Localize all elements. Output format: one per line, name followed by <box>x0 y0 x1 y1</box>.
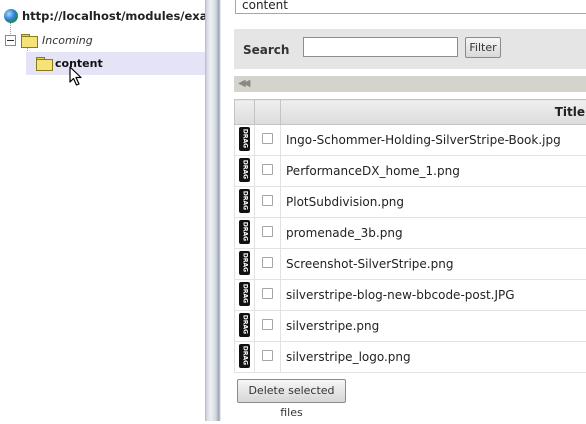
folder-icon <box>21 34 38 47</box>
drag-cell[interactable]: DRAG <box>235 280 255 311</box>
row-checkbox[interactable] <box>262 350 273 361</box>
row-checkbox[interactable] <box>262 288 273 299</box>
select-column-header <box>255 100 281 125</box>
drag-handle-icon[interactable]: DRAG <box>239 344 250 368</box>
drag-column-header <box>235 100 255 125</box>
drag-cell[interactable]: DRAG <box>235 342 255 373</box>
select-cell[interactable] <box>255 187 281 218</box>
drag-handle-icon[interactable]: DRAG <box>239 189 250 213</box>
table-row[interactable]: DRAG PlotSubdivision.png <box>235 187 586 218</box>
drag-cell[interactable]: DRAG <box>235 187 255 218</box>
tree-node-incoming[interactable]: Incoming <box>5 34 93 47</box>
drag-cell[interactable]: DRAG <box>235 156 255 187</box>
table-row[interactable]: DRAG Ingo-Schommer-Holding-SilverStripe-B… <box>235 125 586 156</box>
file-name[interactable]: promenade_3b.png <box>281 218 586 249</box>
drag-label: DRAG <box>240 343 251 367</box>
drag-label: DRAG <box>240 312 251 336</box>
table-header-row: Title <box>235 100 586 125</box>
table-row[interactable]: DRAG PerformanceDX_home_1.png <box>235 156 586 187</box>
panel-resize-handle[interactable] <box>205 0 222 421</box>
file-name[interactable]: PlotSubdivision.png <box>281 187 586 218</box>
folder-icon <box>36 57 53 70</box>
search-input[interactable] <box>303 37 458 57</box>
select-cell[interactable] <box>255 342 281 373</box>
drag-cell[interactable]: DRAG <box>235 249 255 280</box>
select-cell[interactable] <box>255 280 281 311</box>
file-name[interactable]: Screenshot-SilverStripe.png <box>281 249 586 280</box>
table-row[interactable]: DRAG promenade_3b.png <box>235 218 586 249</box>
row-checkbox[interactable] <box>262 257 273 268</box>
first-page-icon[interactable]: ◀◀ <box>238 78 247 90</box>
select-cell[interactable] <box>255 125 281 156</box>
search-bar: Search Filter <box>234 29 586 69</box>
file-name[interactable]: silverstripe-blog-new-bbcode-post.JPG <box>281 280 586 311</box>
row-checkbox[interactable] <box>262 133 273 144</box>
drag-label: DRAG <box>240 157 251 181</box>
file-name[interactable]: silverstripe.png <box>281 311 586 342</box>
row-checkbox[interactable] <box>262 195 273 206</box>
file-table: Title DRAG Ingo-Schommer-Holding-SilverSt… <box>234 99 586 373</box>
table-row[interactable]: DRAG Screenshot-SilverStripe.png <box>235 249 586 280</box>
drag-handle-icon[interactable]: DRAG <box>239 158 250 182</box>
file-name[interactable]: Ingo-Schommer-Holding-SilverStripe-Book.… <box>281 125 586 156</box>
filter-button[interactable]: Filter <box>465 37 501 58</box>
search-label: Search <box>243 43 289 57</box>
mouse-pointer-icon <box>69 66 83 86</box>
tree-node-incoming-label[interactable]: Incoming <box>42 34 93 47</box>
drag-label: DRAG <box>240 219 251 243</box>
globe-icon <box>4 9 18 23</box>
current-folder-tab[interactable]: content <box>235 0 586 14</box>
row-checkbox[interactable] <box>262 319 273 330</box>
drag-cell[interactable]: DRAG <box>235 311 255 342</box>
table-row[interactable]: DRAG silverstripe_logo.png <box>235 342 586 373</box>
file-name[interactable]: PerformanceDX_home_1.png <box>281 156 586 187</box>
file-name[interactable]: silverstripe_logo.png <box>281 342 586 373</box>
select-cell[interactable] <box>255 249 281 280</box>
table-row[interactable]: DRAG silverstripe-blog-new-bbcode-post.JP… <box>235 280 586 311</box>
select-cell[interactable] <box>255 218 281 249</box>
title-column-header[interactable]: Title <box>281 100 586 125</box>
collapse-icon[interactable] <box>5 35 16 46</box>
drag-cell[interactable]: DRAG <box>235 125 255 156</box>
delete-selected-files-button[interactable]: Delete selected files <box>237 379 346 403</box>
drag-handle-icon[interactable]: DRAG <box>239 220 250 244</box>
drag-handle-icon[interactable]: DRAG <box>239 251 250 275</box>
table-row[interactable]: DRAG silverstripe.png <box>235 311 586 342</box>
drag-cell[interactable]: DRAG <box>235 218 255 249</box>
drag-label: DRAG <box>240 126 251 150</box>
drag-handle-icon[interactable]: DRAG <box>239 282 250 306</box>
select-cell[interactable] <box>255 311 281 342</box>
file-browser-panel: content Search Filter ◀◀ Title DRAG Ingo-… <box>222 0 586 421</box>
drag-label: DRAG <box>240 188 251 212</box>
site-tree-panel: http://localhost/modules/examples Incomi… <box>0 0 205 421</box>
drag-handle-icon[interactable]: DRAG <box>239 127 250 151</box>
row-checkbox[interactable] <box>262 226 273 237</box>
row-checkbox[interactable] <box>262 164 273 175</box>
drag-label: DRAG <box>240 250 251 274</box>
drag-handle-icon[interactable]: DRAG <box>239 313 250 337</box>
pager-bar: ◀◀ <box>234 76 586 92</box>
drag-label: DRAG <box>240 281 251 305</box>
select-cell[interactable] <box>255 156 281 187</box>
